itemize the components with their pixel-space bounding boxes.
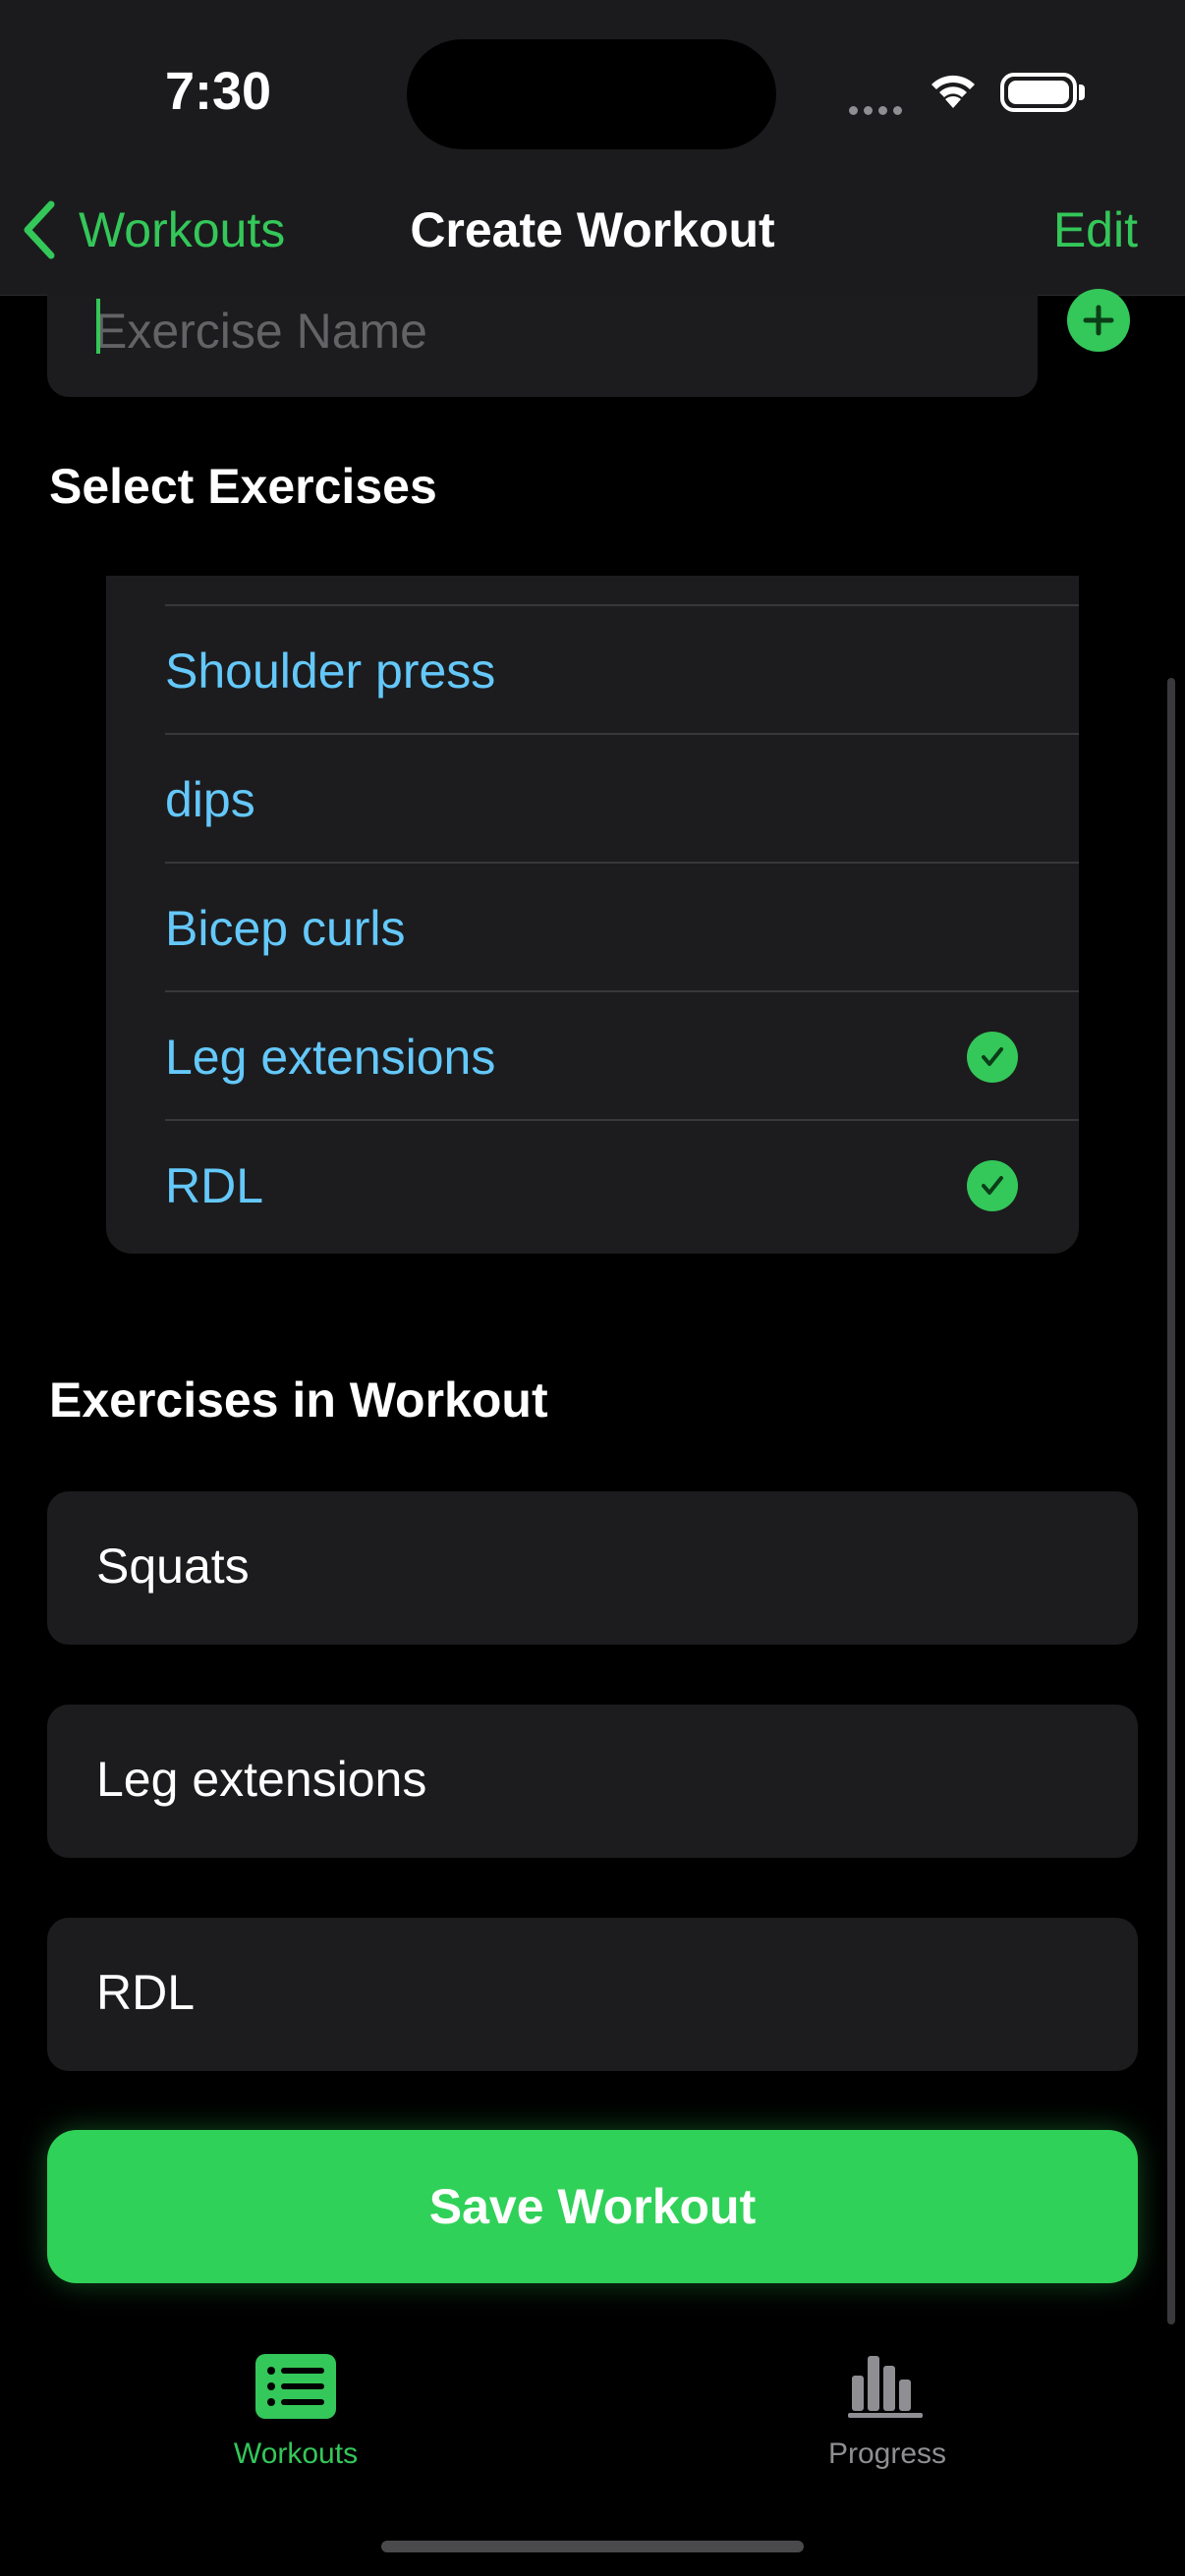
signal-icon <box>849 102 908 115</box>
list-icon <box>255 2354 336 2424</box>
status-time: 7:30 <box>165 62 272 121</box>
select-exercises-title: Select Exercises <box>49 459 437 514</box>
list-item-label: RDL <box>165 1158 264 1213</box>
list-item[interactable]: Bicep curls <box>165 862 1079 992</box>
bar-chart-icon <box>848 2354 927 2424</box>
checkmark-icon <box>967 1160 1018 1211</box>
list-item[interactable]: RDL <box>165 1119 1079 1250</box>
list-item[interactable]: dips <box>165 733 1079 864</box>
workout-exercise-card[interactable]: Squats <box>47 1491 1138 1645</box>
checkmark-icon <box>967 1032 1018 1083</box>
list-item-label: Leg extensions <box>165 1030 496 1085</box>
exercise-selection-list[interactable]: Shoulder press dips Bicep curls Leg exte… <box>106 576 1079 1254</box>
save-workout-button[interactable]: Save Workout <box>47 2130 1138 2283</box>
wifi-icon <box>928 71 979 115</box>
list-item-label: Bicep curls <box>165 901 406 956</box>
add-exercise-button[interactable] <box>1067 289 1130 352</box>
page-title: Create Workout <box>410 202 775 257</box>
tab-workouts[interactable]: Workouts <box>148 2354 443 2471</box>
workout-exercise-label: RDL <box>96 1965 196 2020</box>
tab-progress-label: Progress <box>827 2437 947 2470</box>
edit-button[interactable]: Edit <box>1053 198 1138 261</box>
plus-icon <box>1083 305 1114 336</box>
list-item[interactable]: Leg extensions <box>165 990 1079 1121</box>
home-indicator[interactable] <box>381 2541 804 2552</box>
workout-exercise-card[interactable]: Leg extensions <box>47 1705 1138 1858</box>
list-item[interactable]: Shoulder press <box>165 604 1079 735</box>
list-item-label: Shoulder press <box>165 644 496 699</box>
tab-workouts-label: Workouts <box>233 2437 359 2470</box>
exercise-name-input[interactable] <box>94 297 979 365</box>
dynamic-island <box>407 39 776 149</box>
workout-exercise-label: Leg extensions <box>96 1752 427 1807</box>
workout-exercise-label: Squats <box>96 1539 250 1594</box>
list-item-label: dips <box>165 772 255 827</box>
battery-icon <box>1000 73 1077 112</box>
exercise-name-field[interactable] <box>47 295 1038 397</box>
scrollbar[interactable] <box>1167 678 1175 2324</box>
text-caret <box>96 299 100 354</box>
workout-exercises-title: Exercises in Workout <box>49 1372 548 1428</box>
workout-exercise-card[interactable]: RDL <box>47 1918 1138 2071</box>
tab-progress[interactable]: Progress <box>740 2354 1035 2471</box>
battery-tip <box>1079 84 1085 100</box>
